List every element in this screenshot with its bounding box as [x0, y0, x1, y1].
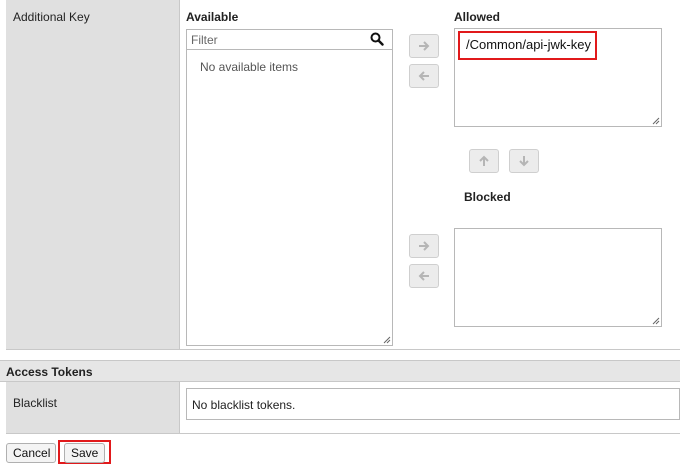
- access-tokens-title: Access Tokens: [6, 365, 93, 379]
- arrow-right-icon: [419, 41, 430, 51]
- search-icon[interactable]: [370, 32, 384, 46]
- arrow-left-icon: [418, 71, 429, 81]
- move-up-button[interactable]: [469, 149, 499, 173]
- blacklist-label: Blacklist: [13, 396, 58, 410]
- remove-from-blocked-button[interactable]: [409, 264, 439, 288]
- available-heading: Available: [186, 10, 239, 24]
- additional-key-label-cell: Additional Key: [6, 0, 180, 350]
- move-to-allowed-button[interactable]: [409, 34, 439, 58]
- blacklist-label-cell: Blacklist: [6, 382, 180, 434]
- blacklist-tokens-field[interactable]: No blacklist tokens.: [186, 388, 680, 420]
- arrow-down-icon: [519, 156, 529, 167]
- filter-input[interactable]: [187, 30, 362, 49]
- filter-box: [186, 29, 393, 50]
- save-button[interactable]: Save: [64, 443, 105, 463]
- additional-key-label: Additional Key: [13, 10, 90, 24]
- resize-grip-icon[interactable]: [383, 336, 391, 344]
- available-empty-text: No available items: [200, 60, 299, 74]
- blocked-list[interactable]: [454, 228, 662, 327]
- arrow-left-icon: [418, 271, 429, 281]
- allowed-item[interactable]: /Common/api-jwk-key: [466, 37, 591, 52]
- blacklist-tokens-value: No blacklist tokens.: [192, 398, 296, 412]
- blocked-heading: Blocked: [464, 190, 511, 204]
- cancel-button[interactable]: Cancel: [6, 443, 56, 463]
- resize-grip-icon[interactable]: [652, 317, 660, 325]
- move-to-blocked-button[interactable]: [409, 234, 439, 258]
- allowed-heading: Allowed: [454, 10, 501, 24]
- available-list[interactable]: No available items: [186, 50, 393, 346]
- remove-from-allowed-button[interactable]: [409, 64, 439, 88]
- arrow-right-icon: [419, 241, 430, 251]
- access-tokens-section-header: Access Tokens: [0, 360, 680, 382]
- move-down-button[interactable]: [509, 149, 539, 173]
- arrow-up-icon: [479, 155, 489, 166]
- resize-grip-icon[interactable]: [652, 117, 660, 125]
